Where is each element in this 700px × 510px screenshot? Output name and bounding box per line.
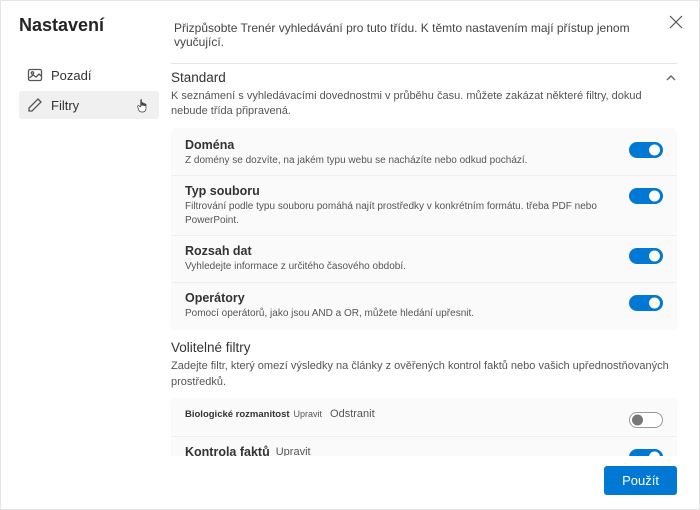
filter-title: Rozsah dat: [185, 244, 619, 258]
filter-row-filetype: Typ souboru Filtrování podle typu soubor…: [171, 176, 677, 236]
cursor-hand-icon: [135, 97, 151, 115]
filter-row-factcheck: Kontrola faktů Upravit Zjistěte, co o va…: [171, 437, 677, 456]
sidebar-item-filters[interactable]: Filtry: [19, 91, 159, 119]
toggle-operators[interactable]: [629, 295, 663, 311]
toggle-domain[interactable]: [629, 142, 663, 158]
pencil-icon: [27, 97, 43, 113]
sidebar: Pozadí Filtry: [19, 57, 159, 456]
filter-desc: Filtrování podle typu souboru pomáhá naj…: [185, 200, 619, 227]
optional-filters: Biologické rozmanitost Upravit Odstranit…: [171, 398, 677, 456]
filter-row-domain: Doména Z domény se dozvíte, na jakém typ…: [171, 130, 677, 177]
filter-title: Doména: [185, 138, 619, 152]
filter-row-biodiversity: Biologické rozmanitost Upravit Odstranit: [171, 400, 677, 437]
divider: [171, 63, 677, 64]
dialog-title: Nastavení: [19, 15, 174, 36]
filter-title: Biologické rozmanitost Upravit Odstranit: [185, 408, 619, 420]
filter-title: Typ souboru: [185, 184, 619, 198]
dialog-header: Nastavení Přizpůsobte Trenér vyhledávání…: [1, 1, 699, 57]
section-optional-desc: Zadejte filtr, který omezí výsledky na č…: [171, 359, 677, 390]
filter-row-operators: Operátory Pomocí operátorů, jako jsou AN…: [171, 283, 677, 329]
section-standard-title: Standard: [171, 70, 677, 85]
edit-link[interactable]: Upravit: [276, 446, 311, 456]
toggle-daterange[interactable]: [629, 248, 663, 264]
filter-title: Operátory: [185, 291, 619, 305]
section-label: Standard: [171, 70, 226, 85]
toggle-biodiversity[interactable]: [629, 412, 663, 428]
toggle-factcheck[interactable]: [629, 449, 663, 456]
chevron-up-icon[interactable]: [665, 72, 677, 84]
close-icon: [669, 15, 683, 29]
remove-link[interactable]: Odstranit: [330, 408, 375, 420]
filter-desc: Vyhledejte informace z určitého časového…: [185, 260, 619, 274]
edit-link[interactable]: Upravit: [294, 409, 323, 419]
content-scroll[interactable]: Standard K seznámení s vyhledávacími dov…: [159, 57, 699, 456]
close-button[interactable]: [669, 15, 685, 31]
standard-filters: Doména Z domény se dozvíte, na jakém typ…: [171, 128, 677, 331]
sidebar-item-background[interactable]: Pozadí: [19, 61, 159, 89]
section-label: Volitelné filtry: [171, 340, 251, 355]
section-standard-desc: K seznámení s vyhledávacími dovednostmi …: [171, 89, 677, 120]
dialog-footer: Použít: [1, 456, 699, 509]
sidebar-item-label: Filtry: [51, 98, 79, 113]
filter-row-daterange: Rozsah dat Vyhledejte informace z určité…: [171, 236, 677, 283]
filter-desc: Pomocí operátorů, jako jsou AND a OR, mů…: [185, 307, 619, 321]
settings-dialog: Nastavení Přizpůsobte Trenér vyhledávání…: [0, 0, 700, 510]
section-optional-title: Volitelné filtry: [171, 340, 677, 355]
image-icon: [27, 67, 43, 83]
toggle-filetype[interactable]: [629, 188, 663, 204]
apply-button[interactable]: Použít: [604, 466, 677, 495]
filter-desc: Z domény se dozvíte, na jakém typu webu …: [185, 154, 619, 168]
filter-title: Kontrola faktů Upravit: [185, 445, 619, 456]
sidebar-item-label: Pozadí: [51, 68, 91, 83]
dialog-subtitle: Přizpůsobte Trenér vyhledávání pro tuto …: [174, 17, 683, 49]
